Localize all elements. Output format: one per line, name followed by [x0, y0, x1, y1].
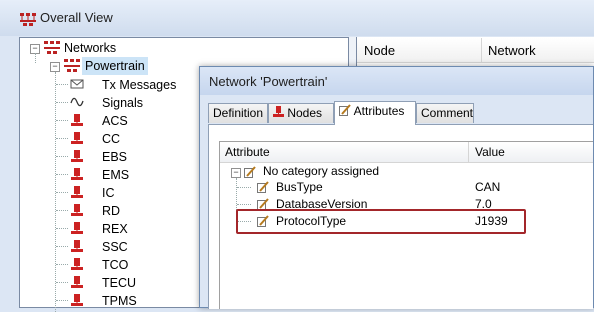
tab-comment-label: Comment [421, 106, 474, 120]
main-titlebar: Overall View [0, 0, 594, 36]
tree-item-ebs[interactable]: EBS [102, 148, 127, 166]
tree-line [56, 102, 68, 103]
window-title: Overall View [40, 10, 113, 25]
tree-line [56, 300, 68, 301]
tab-comment[interactable]: Comment [416, 103, 474, 123]
tree-line [56, 138, 68, 139]
attribute-icon [257, 181, 269, 193]
networks-icon [44, 41, 60, 54]
column-value[interactable]: Value [475, 145, 505, 159]
tree-line [56, 84, 68, 85]
column-divider[interactable] [481, 38, 482, 62]
tab-attributes-label: Attributes [353, 104, 405, 118]
network-powertrain-icon [64, 59, 80, 72]
tree-line [56, 192, 68, 193]
envelope-icon [70, 79, 84, 89]
tab-definition[interactable]: Definition [208, 103, 268, 123]
dialog-title: Network 'Powertrain' [209, 74, 328, 89]
tree-item-ssc[interactable]: SSC [102, 238, 128, 256]
ecu-node-icon [71, 132, 83, 144]
ecu-node-icon [71, 204, 83, 216]
tab-definition-label: Definition [213, 106, 264, 120]
tree-item-ems[interactable]: EMS [102, 166, 129, 184]
tree-item-rex[interactable]: REX [102, 220, 128, 238]
network-properties-dialog: Network 'Powertrain' Definition Nodes At… [199, 66, 594, 309]
ecu-node-icon [71, 150, 83, 162]
tree-item-tco[interactable]: TCO [102, 256, 128, 274]
tree-line [56, 210, 68, 211]
collapse-powertrain-icon[interactable]: − [50, 62, 60, 72]
tree-line [35, 53, 36, 63]
node-grid-header: Node Network [357, 38, 594, 63]
ecu-node-icon [71, 222, 83, 234]
ecu-node-icon [71, 240, 83, 252]
attribute-value-bustype[interactable]: CAN [475, 179, 500, 196]
tree-item-tx-messages[interactable]: Tx Messages [102, 76, 176, 94]
ecu-node-icon [71, 186, 83, 198]
column-network[interactable]: Network [488, 43, 536, 58]
signal-wave-icon [70, 97, 84, 107]
tree-item-tpms[interactable]: TPMS [102, 292, 137, 310]
column-attribute[interactable]: Attribute [225, 145, 270, 159]
tree-line [56, 282, 68, 283]
tree-item-ic[interactable]: IC [102, 184, 115, 202]
tab-attributes[interactable]: Attributes [334, 101, 416, 125]
attribute-icon [339, 104, 351, 116]
tree-item-powertrain[interactable]: Powertrain [82, 57, 148, 75]
tree-line [56, 264, 68, 265]
ecu-node-icon [71, 168, 83, 180]
node-icon [273, 106, 284, 117]
tree-line [56, 228, 68, 229]
tree-line [56, 156, 68, 157]
ecu-node-icon [71, 114, 83, 126]
tree-item-tecu[interactable]: TECU [102, 274, 136, 292]
tree-line [56, 246, 68, 247]
column-node[interactable]: Node [364, 43, 395, 58]
tree-item-rd[interactable]: RD [102, 202, 120, 220]
attribute-name-bustype[interactable]: BusType [276, 179, 323, 196]
tree-line [237, 187, 251, 188]
tree-item-cc[interactable]: CC [102, 130, 120, 148]
tab-strip: Definition Nodes Attributes Comment [208, 101, 474, 125]
tree-item-networks[interactable]: Networks [64, 39, 116, 57]
tree-line [237, 204, 251, 205]
column-divider[interactable] [468, 142, 469, 162]
attribute-icon [244, 166, 256, 178]
ecu-node-icon [71, 258, 83, 270]
dialog-titlebar[interactable]: Network 'Powertrain' [200, 67, 593, 95]
network-app-icon [20, 13, 36, 26]
tree-line [56, 174, 68, 175]
attributes-grid-header: Attribute Value [220, 142, 593, 163]
category-row[interactable]: No category assigned [263, 163, 379, 180]
tree-line [56, 120, 68, 121]
ecu-node-icon [71, 276, 83, 288]
highlight-box [236, 209, 526, 234]
tree-item-signals[interactable]: Signals [102, 94, 143, 112]
tab-nodes[interactable]: Nodes [268, 103, 334, 123]
ecu-node-icon [71, 294, 83, 306]
collapse-category-icon[interactable]: − [231, 168, 241, 178]
tab-nodes-label: Nodes [287, 106, 323, 120]
tree-item-acs[interactable]: ACS [102, 112, 128, 130]
